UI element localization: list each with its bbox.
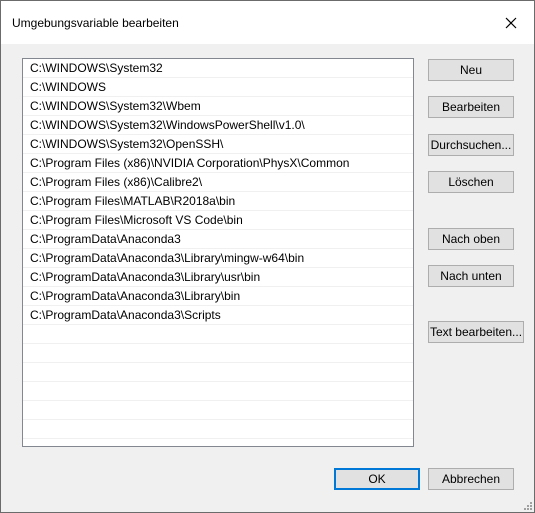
path-list-item[interactable]: C:\Program Files\Microsoft VS Code\bin [23, 211, 413, 230]
path-list-item[interactable] [23, 382, 413, 401]
title-bar: Umgebungsvariable bearbeiten [1, 1, 534, 44]
path-list[interactable]: C:\WINDOWS\System32 C:\WINDOWS C:\WINDOWS\… [22, 58, 414, 447]
resize-grip-icon[interactable] [522, 500, 532, 510]
browse-button[interactable]: Durchsuchen... [428, 134, 514, 156]
path-list-item[interactable] [23, 325, 413, 344]
path-list-item[interactable] [23, 439, 413, 446]
path-list-item[interactable]: C:\WINDOWS\System32\WindowsPowerShell\v1… [23, 116, 413, 135]
edit-env-variable-dialog: Umgebungsvariable bearbeiten C:\WINDOWS\… [0, 0, 535, 513]
edit-button[interactable]: Bearbeiten [428, 96, 514, 118]
path-list-item[interactable]: C:\ProgramData\Anaconda3\Library\mingw-w… [23, 249, 413, 268]
path-list-item[interactable]: C:\WINDOWS\System32 [23, 59, 413, 78]
path-list-item[interactable]: C:\ProgramData\Anaconda3 [23, 230, 413, 249]
path-list-item[interactable] [23, 344, 413, 363]
path-list-item[interactable] [23, 363, 413, 382]
path-list-item[interactable]: C:\Program Files (x86)\Calibre2\ [23, 173, 413, 192]
edit-text-button[interactable]: Text bearbeiten... [428, 321, 524, 343]
path-list-item[interactable]: C:\Program Files\MATLAB\R2018a\bin [23, 192, 413, 211]
path-list-item[interactable]: C:\ProgramData\Anaconda3\Library\usr\bin [23, 268, 413, 287]
close-icon [505, 17, 517, 28]
dialog-title: Umgebungsvariable bearbeiten [12, 16, 179, 30]
ok-button[interactable]: OK [334, 468, 420, 490]
path-list-item[interactable]: C:\WINDOWS\System32\OpenSSH\ [23, 135, 413, 154]
path-list-item[interactable] [23, 420, 413, 439]
new-button[interactable]: Neu [428, 59, 514, 81]
delete-button[interactable]: Löschen [428, 171, 514, 193]
cancel-button[interactable]: Abbrechen [428, 468, 514, 490]
move-up-button[interactable]: Nach oben [428, 228, 514, 250]
path-list-item[interactable]: C:\Program Files (x86)\NVIDIA Corporatio… [23, 154, 413, 173]
path-list-item[interactable]: C:\ProgramData\Anaconda3\Library\bin [23, 287, 413, 306]
move-down-button[interactable]: Nach unten [428, 265, 514, 287]
close-button[interactable] [488, 1, 534, 44]
path-list-item[interactable]: C:\WINDOWS\System32\Wbem [23, 97, 413, 116]
path-list-item[interactable]: C:\ProgramData\Anaconda3\Scripts [23, 306, 413, 325]
path-list-item[interactable] [23, 401, 413, 420]
path-list-item[interactable]: C:\WINDOWS [23, 78, 413, 97]
